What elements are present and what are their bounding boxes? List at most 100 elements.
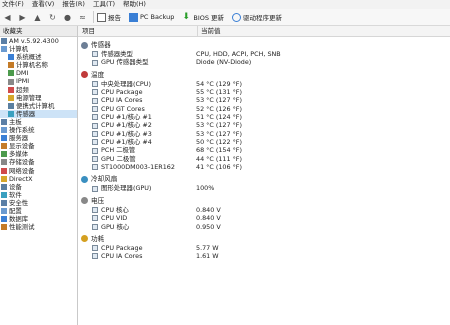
sidebar-item[interactable]: 性能测试 <box>0 223 77 231</box>
report-button[interactable]: 报告 <box>97 12 121 22</box>
sidebar-item[interactable]: 软件 <box>0 191 77 199</box>
menu-file[interactable]: 文件(F) <box>2 0 24 9</box>
tree-node-icon <box>1 175 7 182</box>
sensor-row[interactable]: CPU VID 0.840 V <box>78 214 450 222</box>
forward-icon[interactable]: ▶ <box>17 12 28 23</box>
sensor-icon <box>92 139 98 146</box>
sidebar-item-label: 传感器 <box>16 109 36 118</box>
sidebar-item[interactable]: DirectX <box>0 175 77 183</box>
report-icon <box>97 12 106 22</box>
tree-node-icon <box>1 38 7 45</box>
sensor-label: GPU 二极管 <box>101 154 136 163</box>
tree-node-icon <box>8 70 14 77</box>
bios-update-label: BIOS 更新 <box>193 14 225 22</box>
sidebar-item[interactable]: DMI <box>0 69 77 77</box>
sidebar-item[interactable]: 计算机名称 <box>0 61 77 69</box>
sidebar-item[interactable]: 存储设备 <box>0 158 77 166</box>
sensor-row[interactable]: CPU IA Cores 1.61 W <box>78 252 450 260</box>
sensor-row[interactable]: 图形处理器(GPU) 100% <box>78 184 450 192</box>
driver-update-button[interactable]: 驱动程序更新 <box>232 12 282 22</box>
sidebar-item[interactable]: 主板 <box>0 118 77 126</box>
sidebar-item[interactable]: 计算机 <box>0 45 77 53</box>
report-label: 报告 <box>108 14 121 22</box>
sensor-row[interactable]: CPU Package 55 °C (131 °F) <box>78 88 450 96</box>
menu-tools[interactable]: 工具(T) <box>93 0 115 9</box>
sidebar-item[interactable]: 数据库 <box>0 215 77 223</box>
sidebar-header: 收藏夹 <box>0 26 77 37</box>
section-header: 温度 <box>78 70 450 80</box>
sensor-row[interactable]: CPU #1/核心 #3 53 °C (127 °F) <box>78 130 450 138</box>
sidebar-item[interactable]: 传感器 <box>0 109 77 118</box>
menu-report[interactable]: 报告(R) <box>62 0 85 9</box>
sensor-row[interactable]: CPU #1/核心 #2 53 °C (127 °F) <box>78 121 450 129</box>
sidebar-item[interactable]: 配置 <box>0 207 77 215</box>
sensor-icon <box>92 59 98 66</box>
sidebar-item-label: 配置 <box>9 206 22 215</box>
sensor-label-cell: CPU #1/核心 #2 <box>78 121 196 129</box>
sensor-value: 54 °C (129 °F) <box>196 79 242 88</box>
sidebar-item-label: 设备 <box>9 182 22 191</box>
sidebar-item-label: 电源管理 <box>16 93 42 102</box>
tree-node-icon <box>1 224 7 231</box>
sensor-row[interactable]: GPU 二极管 44 °C (111 °F) <box>78 155 450 163</box>
sidebar-item-label: 安全性 <box>9 198 29 207</box>
sidebar-item-label: 服务器 <box>9 134 29 143</box>
sidebar-item[interactable]: 网络设备 <box>0 167 77 175</box>
sensor-label-cell: CPU IA Cores <box>78 252 196 260</box>
sidebar-item[interactable]: 超频 <box>0 86 77 94</box>
section-header: 电压 <box>78 196 450 206</box>
sidebar-item[interactable]: 操作系统 <box>0 126 77 134</box>
sidebar-item[interactable]: 电源管理 <box>0 94 77 102</box>
sidebar-item[interactable]: 服务器 <box>0 134 77 142</box>
user-icon[interactable]: ● <box>62 12 73 23</box>
sensor-label-cell: CPU VID <box>78 214 196 222</box>
tree-node-icon <box>8 102 14 109</box>
sensor-label-cell: 中央处理器(CPU) <box>78 80 196 88</box>
sensor-row[interactable]: CPU 核心 0.840 V <box>78 206 450 214</box>
sensor-row[interactable]: CPU GT Cores 52 °C (126 °F) <box>78 105 450 113</box>
sidebar-item[interactable]: AM v.5.92.4300 <box>0 37 77 45</box>
sensor-row[interactable]: CPU Package 5.77 W <box>78 244 450 252</box>
up-icon[interactable]: ▲ <box>32 12 43 23</box>
bios-update-button[interactable]: ⬇ BIOS 更新 <box>182 12 224 22</box>
menu-view[interactable]: 查看(V) <box>32 0 55 9</box>
refresh-icon[interactable]: ↻ <box>47 12 58 23</box>
sidebar-item-label: 计算机名称 <box>16 61 48 70</box>
column-header: 项目 当前值 <box>78 26 450 37</box>
sensor-row[interactable]: GPU 核心 0.950 V <box>78 223 450 231</box>
sidebar-item[interactable]: 设备 <box>0 183 77 191</box>
chart-icon[interactable]: ≈ <box>77 12 88 23</box>
tree-node-icon <box>1 199 7 206</box>
sensor-label: CPU #1/核心 #3 <box>101 129 152 138</box>
sensor-row[interactable]: GPU 传感器类型 Diode (NV-Diode) <box>78 58 450 66</box>
sensor-icon <box>92 80 98 87</box>
sidebar-tree: 收藏夹 AM v.5.92.4300 计算机 系统概述 计算机名称 DMI IPMI 超频电… <box>0 26 78 325</box>
sensor-label: CPU #1/核心 #2 <box>101 121 152 130</box>
back-icon[interactable]: ◀ <box>2 12 13 23</box>
sensor-icon <box>92 122 98 129</box>
sidebar-item[interactable]: 便携式计算机 <box>0 102 77 110</box>
sensor-value: 100% <box>196 184 215 193</box>
tree-node-icon <box>1 143 7 150</box>
sensor-value: 55 °C (131 °F) <box>196 88 242 97</box>
column-item[interactable]: 项目 <box>78 26 198 36</box>
pc-backup-button[interactable]: PC Backup <box>129 12 175 22</box>
sensor-row[interactable]: PCH 二极管 68 °C (154 °F) <box>78 146 450 154</box>
sensor-label: CPU 核心 <box>101 205 129 214</box>
sidebar-item[interactable]: IPMI <box>0 77 77 85</box>
sensor-icon <box>92 245 98 252</box>
column-value[interactable]: 当前值 <box>198 26 221 36</box>
sensor-value: 0.840 V <box>196 214 221 223</box>
sensor-label-cell: GPU 传感器类型 <box>78 58 196 66</box>
menu-help[interactable]: 帮助(H) <box>123 0 146 9</box>
temperature-icon <box>81 71 88 79</box>
main-panel: 项目 当前值 传感器 传感器类型 CPU, HDD, ACPI, PCH, SNB G… <box>78 26 450 325</box>
sensor-row[interactable]: CPU IA Cores 53 °C (127 °F) <box>78 96 450 104</box>
sidebar-item[interactable]: 安全性 <box>0 199 77 207</box>
sensor-label: 中央处理器(CPU) <box>101 79 151 88</box>
pc-backup-label: PC Backup <box>140 13 175 21</box>
sensor-row[interactable]: ST1000DM003-1ER162 41 °C (106 °F) <box>78 163 450 171</box>
tree-node-icon <box>1 159 7 166</box>
sensor-row[interactable]: 中央处理器(CPU) 54 °C (129 °F) <box>78 80 450 88</box>
sensor-icon <box>92 253 98 260</box>
